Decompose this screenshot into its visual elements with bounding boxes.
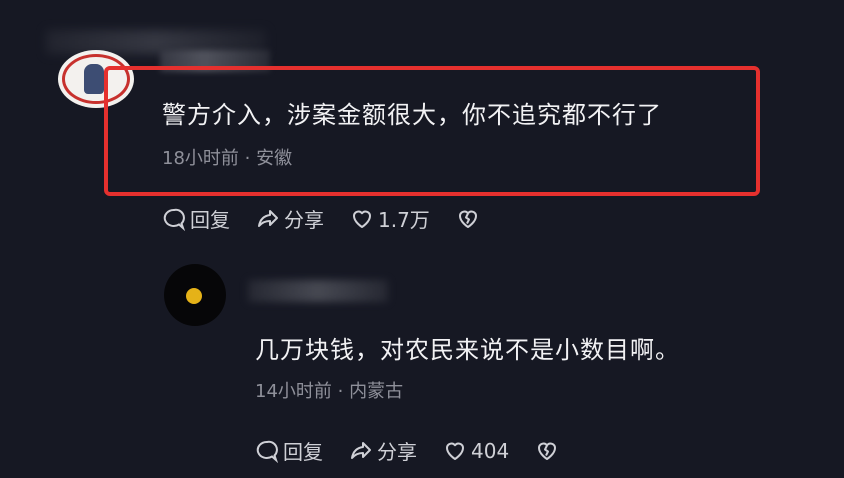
- comment-meta: 18小时前 · 安徽: [162, 148, 293, 169]
- share-label: 分享: [377, 440, 417, 464]
- share-icon: [258, 209, 278, 227]
- reply-avatar[interactable]: [164, 264, 226, 326]
- share-icon: [351, 441, 371, 459]
- avatar-figure: [84, 64, 104, 94]
- reply-reply-button[interactable]: 回复: [255, 436, 323, 465]
- like-button[interactable]: 1.7万: [350, 204, 430, 233]
- broken-heart-icon: [538, 442, 557, 460]
- reply-button[interactable]: 回复: [162, 204, 230, 233]
- reply-label: 回复: [283, 440, 323, 464]
- reply-meta: 14小时前 · 内蒙古: [255, 381, 404, 402]
- comment-icon: [163, 208, 186, 231]
- reply-label: 回复: [190, 208, 230, 232]
- reply-dislike-button[interactable]: [535, 439, 563, 463]
- comment-icon: [256, 440, 279, 463]
- reply-text: 几万块钱，对农民来说不是小数目啊。: [255, 336, 680, 364]
- heart-icon: [446, 442, 464, 460]
- share-button[interactable]: 分享: [256, 204, 324, 233]
- reply-like-button[interactable]: 404: [443, 439, 509, 463]
- reply-actions: 回复 分享 404: [255, 436, 589, 465]
- reply-name-blurred: [248, 280, 388, 302]
- like-count: 404: [471, 438, 510, 463]
- like-count: 1.7万: [378, 208, 430, 232]
- dislike-button[interactable]: [456, 207, 484, 231]
- comment-actions: 回复 分享 1.7万: [162, 204, 510, 233]
- share-label: 分享: [284, 208, 324, 232]
- highlight-box: [104, 66, 760, 196]
- avatar-sun: [186, 288, 202, 304]
- comment-text: 警方介入，涉案金额很大，你不追究都不行了: [162, 101, 662, 129]
- heart-icon: [353, 210, 371, 228]
- reply-share-button[interactable]: 分享: [349, 436, 417, 465]
- broken-heart-icon: [458, 210, 477, 228]
